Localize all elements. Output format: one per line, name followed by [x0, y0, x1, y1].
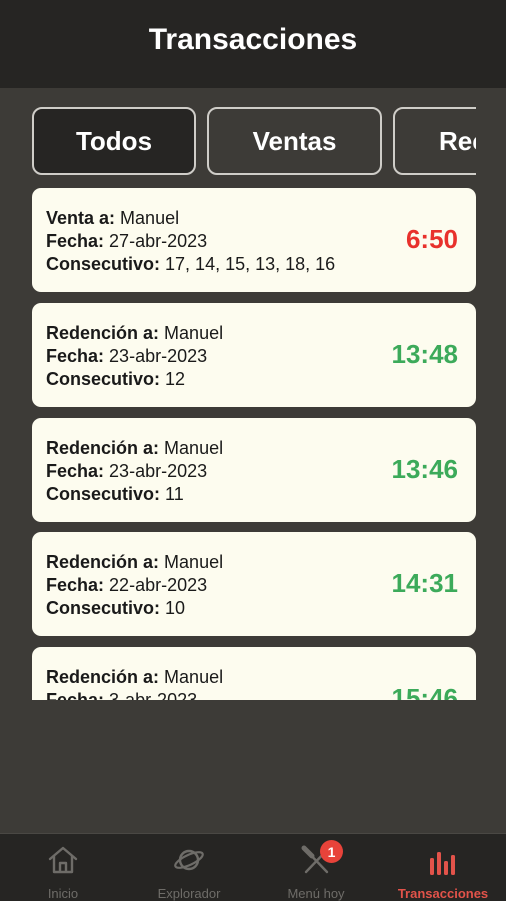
- bottom-tab-bar: Inicio Explorador 1 Menú hoy Transaccion…: [0, 833, 506, 901]
- tab-inicio[interactable]: Inicio: [0, 834, 126, 901]
- tab-label: Explorador: [157, 886, 221, 901]
- transaction-details: Redención a: Manuel Fecha: 23-abr-2023 C…: [46, 322, 223, 391]
- type-label: Redención a:: [46, 667, 160, 687]
- filter-ventas[interactable]: Ventas: [207, 107, 382, 175]
- sequence-label: Consecutivo:: [46, 369, 161, 389]
- transaction-time: 14:31: [391, 568, 459, 598]
- sequence-label: Consecutivo:: [46, 484, 161, 504]
- date-label: Fecha:: [46, 461, 105, 481]
- filter-redenciones[interactable]: Rec: [393, 107, 476, 175]
- transaction-card[interactable]: Redención a: Manuel Fecha: 3-abr-2023 15…: [32, 647, 476, 700]
- tab-label: Menú hoy: [287, 886, 345, 901]
- transaction-time: 13:48: [391, 339, 459, 369]
- date-label: Fecha:: [46, 346, 105, 366]
- customer-name: Manuel: [164, 323, 224, 343]
- sequence-numbers: 12: [165, 369, 186, 389]
- customer-name: Manuel: [120, 208, 180, 228]
- tab-menu-hoy[interactable]: 1 Menú hoy: [253, 834, 379, 901]
- transaction-date: 23-abr-2023: [109, 461, 208, 481]
- customer-name: Manuel: [164, 667, 224, 687]
- transaction-date: 3-abr-2023: [109, 690, 198, 700]
- transaction-details: Redención a: Manuel Fecha: 23-abr-2023 C…: [46, 437, 223, 506]
- transaction-card[interactable]: Redención a: Manuel Fecha: 22-abr-2023 C…: [32, 532, 476, 636]
- tab-transacciones[interactable]: Transacciones: [380, 834, 506, 901]
- customer-name: Manuel: [164, 438, 224, 458]
- transaction-card[interactable]: Redención a: Manuel Fecha: 23-abr-2023 C…: [32, 418, 476, 522]
- bar-chart-icon: [426, 843, 460, 877]
- type-label: Venta a:: [46, 208, 116, 228]
- date-label: Fecha:: [46, 690, 105, 700]
- transaction-date: 27-abr-2023: [109, 231, 208, 251]
- tab-label: Transacciones: [397, 886, 489, 901]
- transactions-list[interactable]: Venta a: Manuel Fecha: 27-abr-2023 Conse…: [0, 188, 506, 700]
- customer-name: Manuel: [164, 552, 224, 572]
- utensils-icon: 1: [299, 840, 343, 877]
- date-label: Fecha:: [46, 575, 105, 595]
- planet-icon: [172, 843, 206, 877]
- transaction-time: 15:46: [391, 683, 459, 700]
- filter-bar[interactable]: Todos Ventas Rec: [0, 88, 476, 188]
- home-icon: [46, 843, 80, 877]
- transaction-details: Redención a: Manuel Fecha: 22-abr-2023 C…: [46, 551, 223, 620]
- transaction-date: 23-abr-2023: [109, 346, 208, 366]
- sequence-label: Consecutivo:: [46, 254, 161, 274]
- transaction-card[interactable]: Venta a: Manuel Fecha: 27-abr-2023 Conse…: [32, 188, 476, 292]
- tab-label: Inicio: [47, 886, 79, 901]
- date-label: Fecha:: [46, 231, 105, 251]
- sequence-numbers: 10: [165, 598, 186, 618]
- type-label: Redención a:: [46, 323, 160, 343]
- sequence-numbers: 11: [165, 484, 184, 504]
- notification-badge: 1: [320, 840, 343, 863]
- transaction-card[interactable]: Redención a: Manuel Fecha: 23-abr-2023 C…: [32, 303, 476, 407]
- type-label: Redención a:: [46, 552, 160, 572]
- transaction-details: Redención a: Manuel Fecha: 3-abr-2023: [46, 666, 223, 700]
- transaction-date: 22-abr-2023: [109, 575, 208, 595]
- transaction-time: 13:46: [391, 454, 459, 484]
- tab-explorador[interactable]: Explorador: [126, 834, 252, 901]
- app-header: Transacciones: [0, 0, 506, 88]
- page-title: Transacciones: [148, 23, 358, 56]
- filter-todos[interactable]: Todos: [32, 107, 196, 175]
- sequence-numbers: 17, 14, 15, 13, 18, 16: [165, 254, 336, 274]
- transaction-details: Venta a: Manuel Fecha: 27-abr-2023 Conse…: [46, 207, 335, 276]
- type-label: Redención a:: [46, 438, 160, 458]
- transaction-time: 6:50: [405, 224, 458, 254]
- sequence-label: Consecutivo:: [46, 598, 161, 618]
